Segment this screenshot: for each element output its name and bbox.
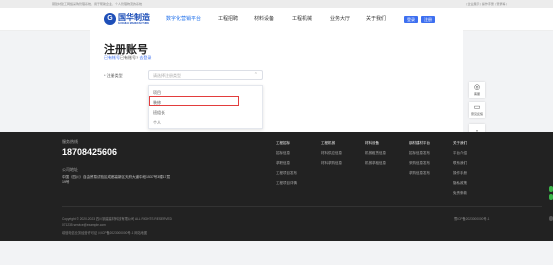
icp-line[interactable]: 增值电信业务经营许可证 川ICP备2023000000号-1 网站地图 bbox=[62, 230, 147, 235]
footer-link[interactable]: 联系我们 bbox=[453, 161, 467, 166]
hotline-label: 服务热线 bbox=[62, 139, 78, 144]
have-account-link[interactable]: 已有帐号 bbox=[104, 55, 120, 60]
footer-link[interactable]: 招标信息发布 bbox=[409, 151, 430, 156]
logo-mark-icon: G bbox=[104, 12, 116, 25]
footer-link[interactable]: 求购信息发布 bbox=[409, 171, 430, 176]
contact-email: 071235 service@example.com bbox=[62, 223, 106, 227]
register-button[interactable]: 注册 bbox=[421, 16, 435, 23]
nav-machinery[interactable]: 工程机械 bbox=[292, 15, 312, 22]
logo-name: 国华制造 GUOHUA MANUFACTURE bbox=[118, 12, 150, 25]
footer-col-machinery: 工程机械 材料供应信息 材料求购信息 bbox=[321, 141, 342, 166]
register-type-label: * 注册类型 bbox=[104, 73, 123, 78]
chevron-up-icon: ⌃ bbox=[253, 72, 258, 78]
hotline-phone: 18708425606 bbox=[62, 147, 118, 157]
footer-link[interactable]: 工程项目详情 bbox=[276, 181, 297, 186]
top-info-bar: 钢建材建工网络采购管理系统、用于帮助企业、个人管理物流的系统 | 企业展示 | … bbox=[0, 0, 553, 8]
go-login-link[interactable]: 去登录 bbox=[139, 55, 151, 60]
site-logo[interactable]: G 国华制造 GUOHUA MANUFACTURE bbox=[104, 12, 150, 25]
footer-divider bbox=[62, 206, 542, 207]
select-placeholder: 请选择注册类型 bbox=[153, 73, 181, 78]
option-team-leader[interactable]: 班组长 bbox=[153, 110, 165, 116]
nav-materials[interactable]: 材料设备 bbox=[254, 15, 274, 22]
footer-link[interactable]: 工程项目发布 bbox=[276, 171, 297, 176]
footer-link[interactable]: 材料求购信息 bbox=[321, 161, 342, 166]
footer-link[interactable]: 机械求租信息 bbox=[365, 161, 386, 166]
copyright: Copyright © 2020-2023 四川钢建建材科技有限公司 ALL R… bbox=[62, 217, 172, 221]
footer-link[interactable]: 材料供应信息 bbox=[321, 151, 342, 156]
register-type-select[interactable]: 请选择注册类型 ⌃ bbox=[148, 70, 263, 80]
footer-link[interactable]: 求职信息 bbox=[276, 161, 297, 166]
edge-indicator bbox=[549, 186, 553, 192]
option-individual[interactable]: 个人 bbox=[153, 120, 161, 126]
edge-indicator bbox=[549, 194, 553, 200]
edge-indicator bbox=[549, 216, 553, 221]
nav-engineering-jobs[interactable]: 工程招聘 bbox=[218, 15, 238, 22]
icp-number[interactable]: 蜀ICP备2023000000号-1 bbox=[454, 216, 489, 221]
register-type-dropdown: 项目 装修 班组长 个人 bbox=[148, 85, 263, 129]
document-icon: ▭ bbox=[473, 104, 481, 111]
top-bar-tagline: 钢建材建工网络采购管理系统、用于帮助企业、个人管理物流的系统 bbox=[52, 2, 143, 6]
footer-col-bidding: 工程招标 招标信息 求职信息 工程项目发布 工程项目详情 bbox=[276, 141, 297, 186]
footer-col-materials: 材料设备 机械租赁信息 机械求租信息 bbox=[365, 141, 386, 166]
company-address: 中国（四川）自由贸易试验区成都高新区天府大道中段1537号3幢17层19号 bbox=[62, 175, 171, 184]
footer-link[interactable]: 隐私政策 bbox=[453, 181, 467, 186]
footer-link[interactable]: 机械租赁信息 bbox=[365, 151, 386, 156]
footer-col-about: 关于我们 平台介绍 联系我们 操作手册 隐私政策 免责条款 bbox=[453, 141, 467, 196]
footer-col-steel-platform: 钢材建材平台 招标信息发布 采购信息发布 求购信息发布 bbox=[409, 141, 430, 176]
footer-link[interactable]: 操作手册 bbox=[453, 171, 467, 176]
footer-link[interactable]: 免责条款 bbox=[453, 191, 467, 196]
footer-link[interactable]: 平台介绍 bbox=[453, 151, 467, 156]
service-button[interactable]: ◎ 客服 bbox=[469, 82, 485, 98]
nav-business-hall[interactable]: 业务大厅 bbox=[330, 15, 350, 22]
nav-digital-marketing[interactable]: 数字化营销平台 bbox=[166, 15, 201, 22]
login-button[interactable]: 登录 bbox=[404, 16, 418, 23]
highlighted-option-box bbox=[149, 96, 239, 106]
login-prompt: 已有帐号已有账号? 去登录 bbox=[104, 55, 152, 60]
footer-link[interactable]: 采购信息发布 bbox=[409, 161, 430, 166]
footer-link[interactable]: 招标信息 bbox=[276, 151, 297, 156]
top-bar-links[interactable]: | 企业展示 | 操作手册 | 登录等 | bbox=[466, 2, 507, 6]
feedback-button[interactable]: ▭ 意见反馈 bbox=[469, 102, 485, 118]
site-header: G 国华制造 GUOHUA MANUFACTURE 数字化营销平台 工程招聘 材… bbox=[0, 8, 553, 31]
wechat-icon: ◎ bbox=[473, 84, 481, 91]
nav-about-us[interactable]: 关于我们 bbox=[366, 15, 386, 22]
address-label: 公司地址 bbox=[62, 167, 78, 172]
